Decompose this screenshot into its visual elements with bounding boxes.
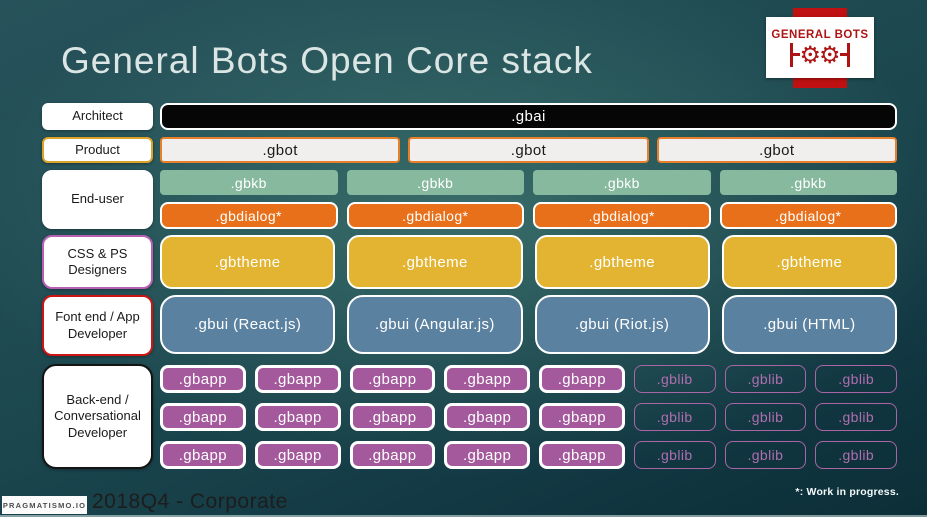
general-bots-logo: GENERAL BOTS ⚙ ⚙: [766, 17, 874, 78]
gbapp-block: .gbapp: [349, 441, 436, 469]
gbui-html-block: .gbui (HTML): [721, 295, 897, 354]
page-title: General Bots Open Core stack: [61, 40, 593, 81]
backend-row: .gbapp .gbapp .gbapp .gbapp .gbapp .gbli…: [160, 365, 897, 393]
gbdialog-block: .gbdialog*: [533, 202, 711, 229]
pragmatismo-brand-badge: PRAGMATISMO.IO: [2, 496, 87, 514]
gbui-angular-block: .gbui (Angular.js): [347, 295, 523, 354]
gbkb-block: .gbkb: [346, 170, 524, 195]
gblib-block: .gblib: [724, 441, 807, 469]
gbui-riot-block: .gbui (Riot.js): [534, 295, 710, 354]
gbapp-block: .gbapp: [539, 403, 625, 431]
gbtheme-block: .gbtheme: [347, 235, 523, 289]
gbapp-block: .gbapp: [160, 441, 246, 469]
gbapp-block: .gbapp: [539, 441, 625, 469]
gbapp-block: .gbapp: [539, 365, 625, 393]
role-label-frontend-developer: Font end / App Developer: [42, 295, 153, 356]
slide: General Bots Open Core stack GENERAL BOT…: [0, 0, 927, 517]
gblib-block: .gblib: [815, 403, 897, 431]
gblib-block: .gblib: [633, 441, 716, 469]
gbapp-block: .gbapp: [444, 365, 530, 393]
logo-wordmark: GENERAL BOTS: [771, 28, 869, 41]
gblib-block: .gblib: [633, 365, 716, 393]
gear-axle-right: [839, 53, 847, 56]
gbtheme-row: .gbtheme .gbtheme .gbtheme .gbtheme: [160, 235, 897, 289]
gbot-block: .gbot: [408, 137, 649, 163]
gbui-react-block: .gbui (React.js): [160, 295, 336, 354]
gbapp-block: .gbapp: [349, 365, 436, 393]
gbapp-block: .gbapp: [349, 403, 436, 431]
work-in-progress-footnote: *: Work in progress.: [795, 486, 899, 498]
role-label-backend-developer: Back-end / Conversational Developer: [42, 364, 153, 469]
gbapp-block: .gbapp: [444, 441, 530, 469]
gbui-row: .gbui (React.js) .gbui (Angular.js) .gbu…: [160, 295, 897, 354]
backend-row: .gbapp .gbapp .gbapp .gbapp .gbapp .gbli…: [160, 403, 897, 431]
gbtheme-block: .gbtheme: [160, 235, 336, 289]
gbtheme-block: .gbtheme: [534, 235, 710, 289]
role-label-product: Product: [42, 137, 153, 163]
gbapp-block: .gbapp: [160, 365, 246, 393]
gbot-row: .gbot .gbot .gbot: [160, 137, 897, 163]
gbapp-block: .gbapp: [254, 441, 341, 469]
gear-endcap-right: [846, 42, 850, 67]
gbkb-block: .gbkb: [160, 170, 338, 195]
gbapp-block: .gbapp: [160, 403, 246, 431]
gbapp-block: .gbapp: [254, 365, 341, 393]
gbkb-block: .gbkb: [719, 170, 897, 195]
role-label-end-user: End-user: [42, 170, 153, 229]
gbot-block: .gbot: [160, 137, 401, 163]
gbdialog-block: .gbdialog*: [346, 202, 524, 229]
gblib-block: .gblib: [724, 403, 807, 431]
gbkb-row: .gbkb .gbkb .gbkb .gbkb: [160, 170, 897, 195]
gbtheme-block: .gbtheme: [721, 235, 897, 289]
backend-row: .gbapp .gbapp .gbapp .gbapp .gbapp .gbli…: [160, 441, 897, 469]
gbai-block: .gbai: [160, 103, 897, 130]
gear-icon: ⚙: [819, 40, 841, 69]
gbapp-block: .gbapp: [444, 403, 530, 431]
gbdialog-row: .gbdialog* .gbdialog* .gbdialog* .gbdial…: [160, 202, 897, 229]
gbdialog-block: .gbdialog*: [719, 202, 897, 229]
gblib-block: .gblib: [815, 441, 897, 469]
gblib-block: .gblib: [633, 403, 716, 431]
gbot-block: .gbot: [656, 137, 897, 163]
gears-icon: ⚙ ⚙: [790, 40, 850, 69]
role-label-css-ps-designers: CSS & PS Designers: [42, 235, 153, 289]
gbkb-block: .gbkb: [533, 170, 711, 195]
role-label-architect: Architect: [42, 103, 153, 130]
gear-icon: ⚙: [799, 40, 821, 69]
gblib-block: .gblib: [815, 365, 897, 393]
gbapp-block: .gbapp: [254, 403, 341, 431]
slide-caption: 2018Q4 - Corporate: [92, 490, 288, 513]
gbdialog-block: .gbdialog*: [160, 202, 338, 229]
gblib-block: .gblib: [724, 365, 807, 393]
